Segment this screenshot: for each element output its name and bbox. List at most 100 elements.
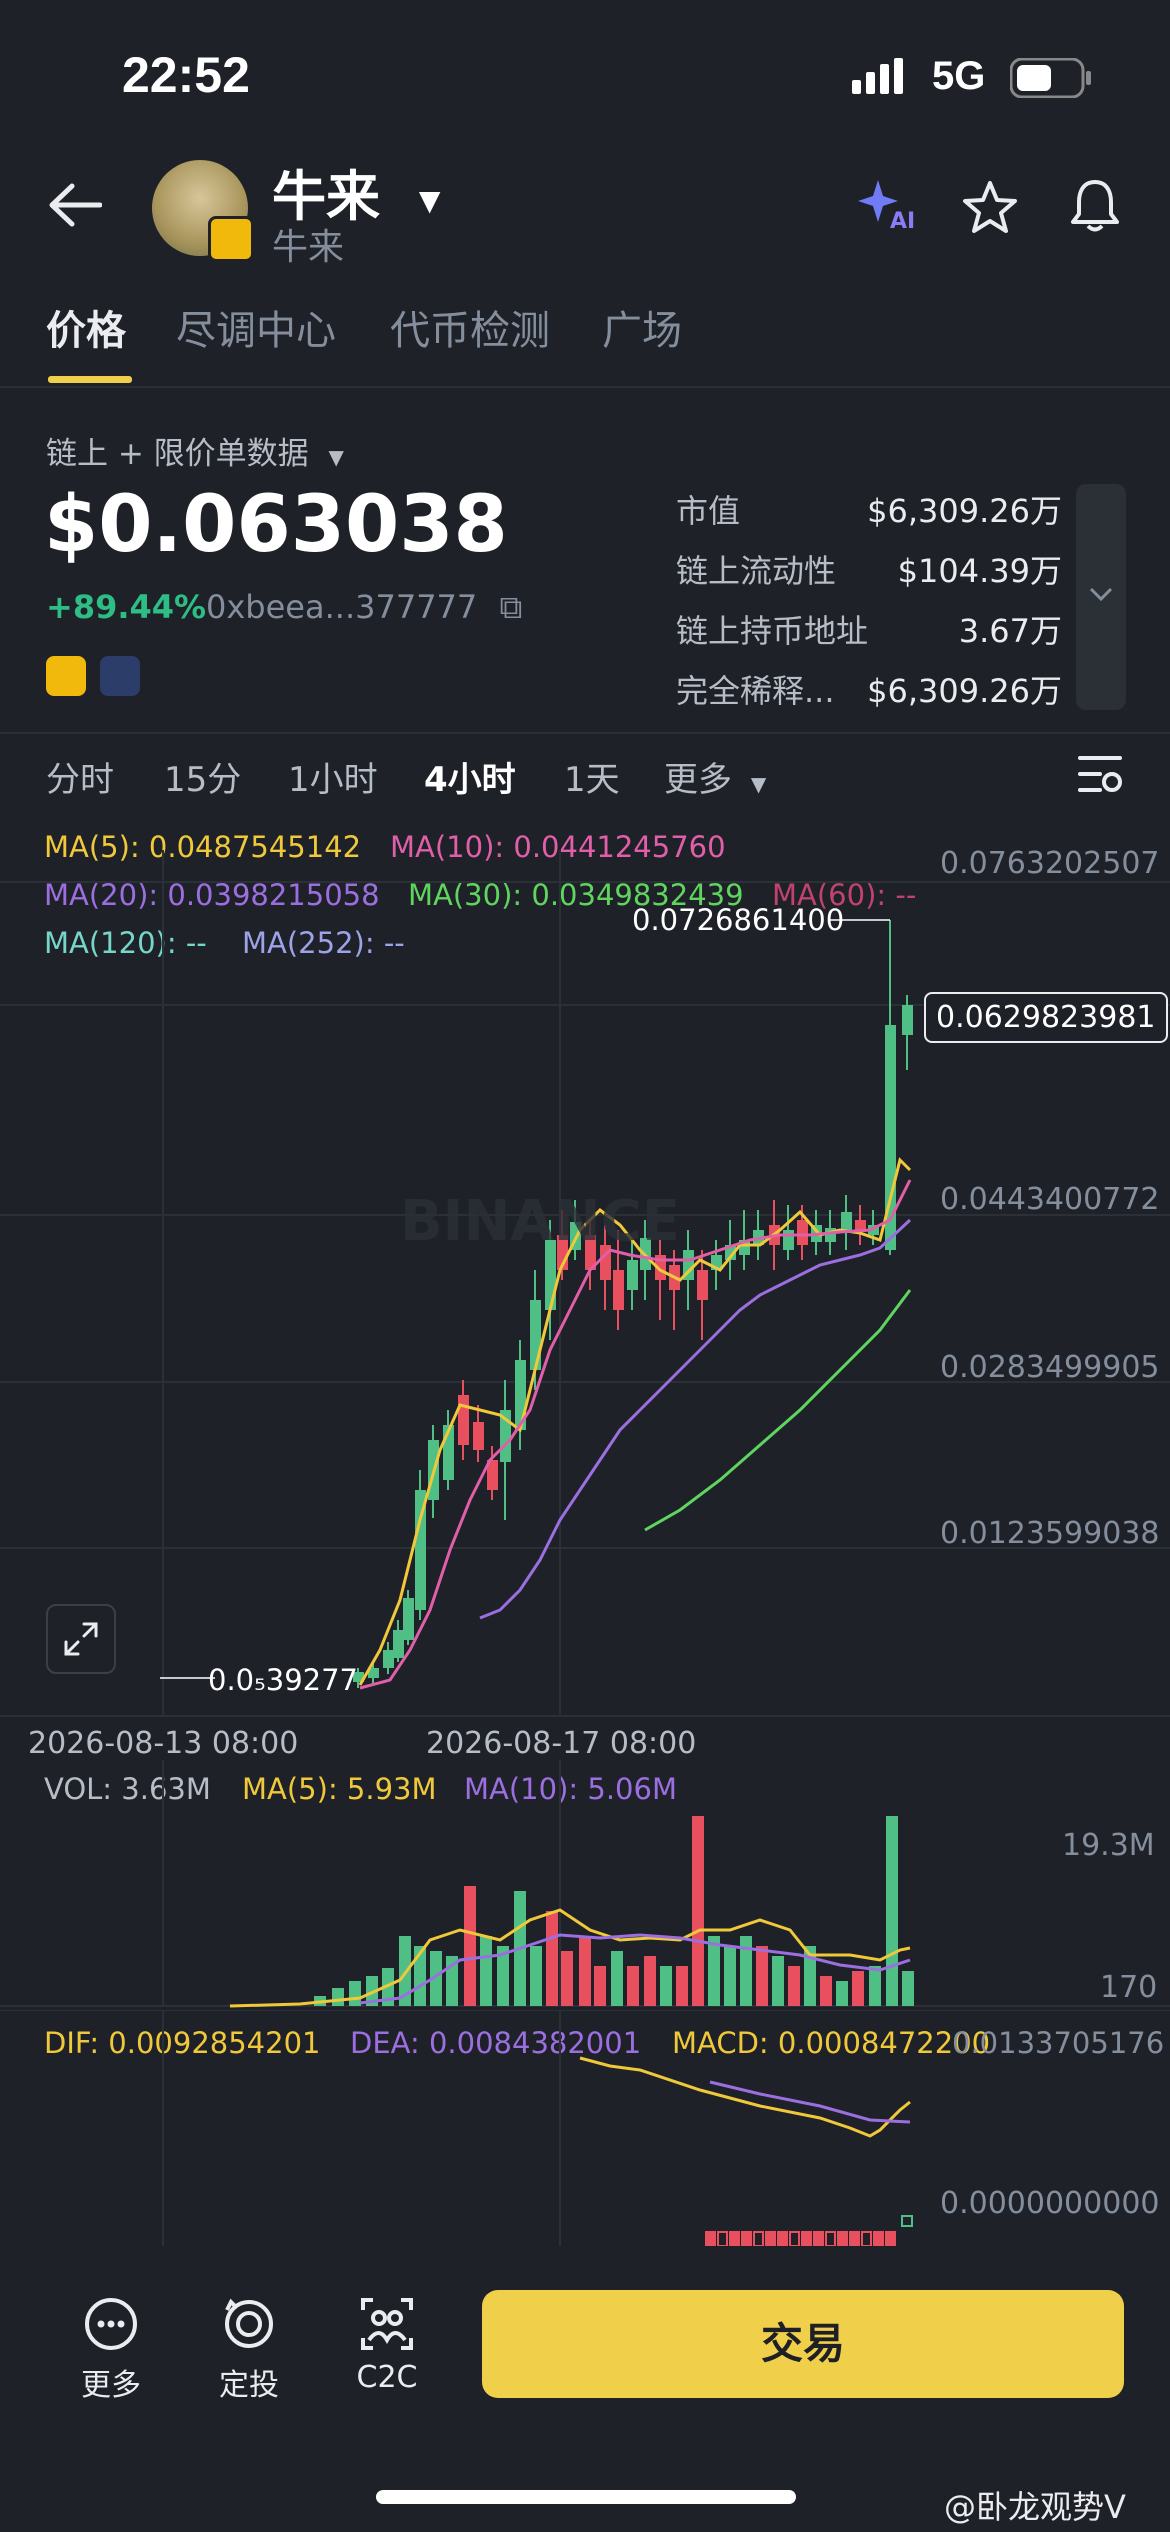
macd-bar [837, 2231, 848, 2247]
candle-body [627, 1260, 638, 1290]
more-icon [85, 2298, 137, 2350]
expand-icon [64, 1622, 98, 1656]
dif-line [579, 2056, 911, 2138]
macd-bar [885, 2231, 896, 2247]
ma20-line [479, 1218, 912, 1620]
candle-body [841, 1212, 852, 1230]
volume-bar [788, 1966, 800, 2006]
candle-body [697, 1270, 708, 1300]
timeframe-4h[interactable]: 4小时 [424, 752, 516, 801]
volume-bar [546, 1911, 558, 2006]
macd-bar [753, 2231, 764, 2247]
volume-bar [902, 1971, 914, 2006]
date-label: 2026-08-13 08:00 [28, 1726, 299, 1761]
volume-bar [708, 1936, 720, 2006]
price-change: +89.44% [46, 588, 207, 626]
svg-text:AI: AI [890, 209, 915, 232]
tabs-divider [0, 386, 1170, 388]
bnb-chain-badge-icon [208, 216, 254, 262]
volume-bar [660, 1966, 672, 2006]
macd-bar [825, 2231, 836, 2247]
tab-token-check[interactable]: 代币检测 [390, 298, 550, 356]
stat-value-holders: 3.67万 [958, 612, 1062, 650]
price-axis-label: 0.0443400772 [940, 1182, 1160, 1217]
volume-bar [627, 1966, 639, 2006]
candlestick-chart[interactable]: BINANCE 0.0726861400 0.0₅39277 [0, 850, 1170, 1720]
macd-bar [861, 2231, 872, 2247]
back-arrow-icon[interactable] [48, 182, 102, 228]
candle-body [797, 1220, 808, 1245]
footer-watermark: @卧龙观势V [944, 2488, 1126, 2526]
stat-label-market-cap: 市值 [676, 492, 741, 530]
candle-body [393, 1630, 404, 1658]
candle-body [902, 1005, 913, 1035]
bottom-more-label: 更多 [81, 2368, 141, 2403]
macd-bar [777, 2231, 788, 2247]
bottom-auto-invest-button[interactable]: 定投 [194, 2296, 304, 2404]
ai-sparkle-icon[interactable]: AI [856, 176, 916, 232]
volume-bar [579, 1936, 591, 2006]
volume-bar [772, 1956, 784, 2006]
macd-bar [789, 2231, 800, 2247]
candle-body [458, 1395, 469, 1445]
bottom-c2c-button[interactable]: C2C [332, 2296, 442, 2395]
volume-bar [869, 1966, 881, 2006]
contract-address[interactable]: 0xbeea...377777 ⧉ [206, 588, 522, 627]
caret-down-icon: ▼ [328, 445, 344, 469]
volume-bar [480, 1936, 492, 2006]
copy-icon[interactable]: ⧉ [499, 588, 522, 626]
token-avatar [152, 160, 254, 262]
data-source-selector[interactable]: 链上 + 限价单数据 ▼ [46, 428, 344, 473]
volume-bar [561, 1951, 573, 2006]
macd-chart [0, 2010, 1170, 2247]
stats-expand-button[interactable] [1076, 484, 1126, 710]
candle-body [783, 1230, 794, 1250]
volume-bar [530, 1946, 542, 2006]
status-time: 22:52 [122, 47, 250, 103]
current-price: $0.063038 [44, 480, 508, 570]
timeframe-more[interactable]: 更多 ▼ [664, 752, 766, 801]
price-axis-label: 0.0123599038 [940, 1516, 1160, 1551]
data-source-label: 链上 + 限价单数据 [46, 436, 309, 472]
network-label: 5G [932, 54, 986, 98]
candle-body [530, 1300, 541, 1370]
timeframe-tick[interactable]: 分时 [46, 752, 114, 801]
volume-bar [644, 1956, 656, 2006]
timeframe-1d[interactable]: 1天 [564, 752, 620, 801]
caret-down-icon: ▼ [750, 772, 767, 796]
stat-value-market-cap: $6,309.26万 [867, 492, 1062, 530]
volume-bar [836, 1981, 848, 2006]
candle-body [383, 1650, 394, 1668]
fullscreen-button[interactable] [46, 1604, 116, 1674]
volume-bar [594, 1966, 606, 2006]
bottom-more-button[interactable]: 更多 [56, 2296, 166, 2404]
macd-bar [729, 2231, 740, 2247]
home-indicator [376, 2490, 796, 2504]
timeframe-more-label: 更多 [664, 760, 732, 800]
notification-bell-icon[interactable] [1068, 178, 1122, 234]
volume-bar [852, 1971, 864, 2006]
watermark: BINANCE [400, 1189, 680, 1254]
favorite-star-icon[interactable] [962, 180, 1018, 234]
price-axis-label: 0.0763202507 [940, 846, 1160, 881]
candle-body [613, 1270, 624, 1310]
timeframe-1h[interactable]: 1小时 [288, 752, 378, 801]
volume-bar [692, 1816, 704, 2006]
trade-button[interactable]: 交易 [482, 2290, 1124, 2398]
ma30-line [644, 1289, 912, 1532]
macd-bar [765, 2231, 776, 2247]
volume-bar [886, 1816, 898, 2006]
bnb-chain-icon [46, 656, 86, 696]
candle-body [473, 1422, 484, 1450]
chart-settings-icon[interactable] [1076, 752, 1124, 796]
macd-bar [901, 2215, 913, 2227]
low-price-label: 0.0₅39277 [208, 1663, 358, 1697]
date-label: 2026-08-17 08:00 [426, 1726, 697, 1761]
timeframe-15m[interactable]: 15分 [164, 752, 241, 801]
tab-price[interactable]: 价格 [46, 298, 126, 356]
macd-bar [741, 2231, 752, 2247]
tab-due-diligence[interactable]: 尽调中心 [176, 298, 336, 356]
bottom-auto-invest-label: 定投 [219, 2368, 279, 2403]
tab-square[interactable]: 广场 [602, 298, 682, 356]
token-subtitle: 牛来 [272, 227, 345, 268]
